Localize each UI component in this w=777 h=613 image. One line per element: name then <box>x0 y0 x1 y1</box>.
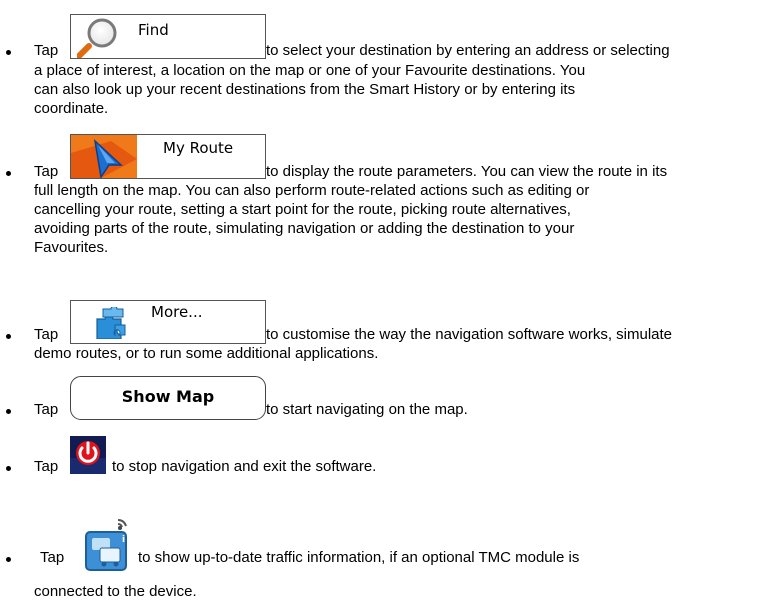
tap-label: Tap <box>34 326 59 343</box>
bullet <box>6 557 11 562</box>
route-arrow-icon <box>71 135 137 178</box>
find-button-label: Find <box>138 21 169 39</box>
my-route-button[interactable]: My Route <box>70 134 266 179</box>
item-text: to display the route parameters. You can… <box>266 163 668 180</box>
item-text: connected to the device. <box>34 583 197 600</box>
svg-text:i: i <box>122 535 125 545</box>
bullet <box>6 50 11 55</box>
item-text: to start navigating on the map. <box>266 401 468 418</box>
tap-label: Tap <box>34 401 59 418</box>
item-text: to customise the way the navigation soft… <box>266 326 673 343</box>
item-text: a place of interest, a location on the m… <box>34 62 586 79</box>
item-text: full length on the map. You can also per… <box>34 182 590 199</box>
bullet <box>6 334 11 339</box>
traffic-tmc-icon: i <box>85 519 127 571</box>
power-icon <box>70 436 106 474</box>
item-text: cancelling your route, setting a start p… <box>34 201 571 218</box>
puzzle-icon <box>96 307 126 339</box>
traffic-button[interactable]: i <box>84 518 130 572</box>
find-button[interactable]: Find <box>70 14 266 59</box>
item-text: Favourites. <box>34 239 109 256</box>
more-button-label: More... <box>151 303 203 321</box>
my-route-button-label: My Route <box>163 139 234 157</box>
exit-button[interactable] <box>70 436 106 474</box>
item-text: demo routes, or to run some additional a… <box>34 345 379 362</box>
tap-label: Tap <box>34 458 59 475</box>
tap-label: Tap <box>40 549 65 566</box>
item-text: to stop navigation and exit the software… <box>112 458 377 475</box>
show-map-button-label: Show Map <box>121 387 215 406</box>
item-text: can also look up your recent destination… <box>34 81 576 98</box>
tap-label: Tap <box>34 163 59 180</box>
item-text: coordinate. <box>34 100 109 117</box>
bullet <box>6 409 11 414</box>
item-text: to select your destination by entering a… <box>266 42 670 59</box>
tap-label: Tap <box>34 42 59 59</box>
bullet <box>6 171 11 176</box>
item-text: to show up-to-date traffic information, … <box>138 549 580 566</box>
bullet <box>6 466 11 471</box>
show-map-button[interactable]: Show Map <box>70 376 266 420</box>
magnifier-icon <box>77 18 117 58</box>
more-button[interactable]: More... <box>70 300 266 344</box>
item-text: avoiding parts of the route, simulating … <box>34 220 575 237</box>
